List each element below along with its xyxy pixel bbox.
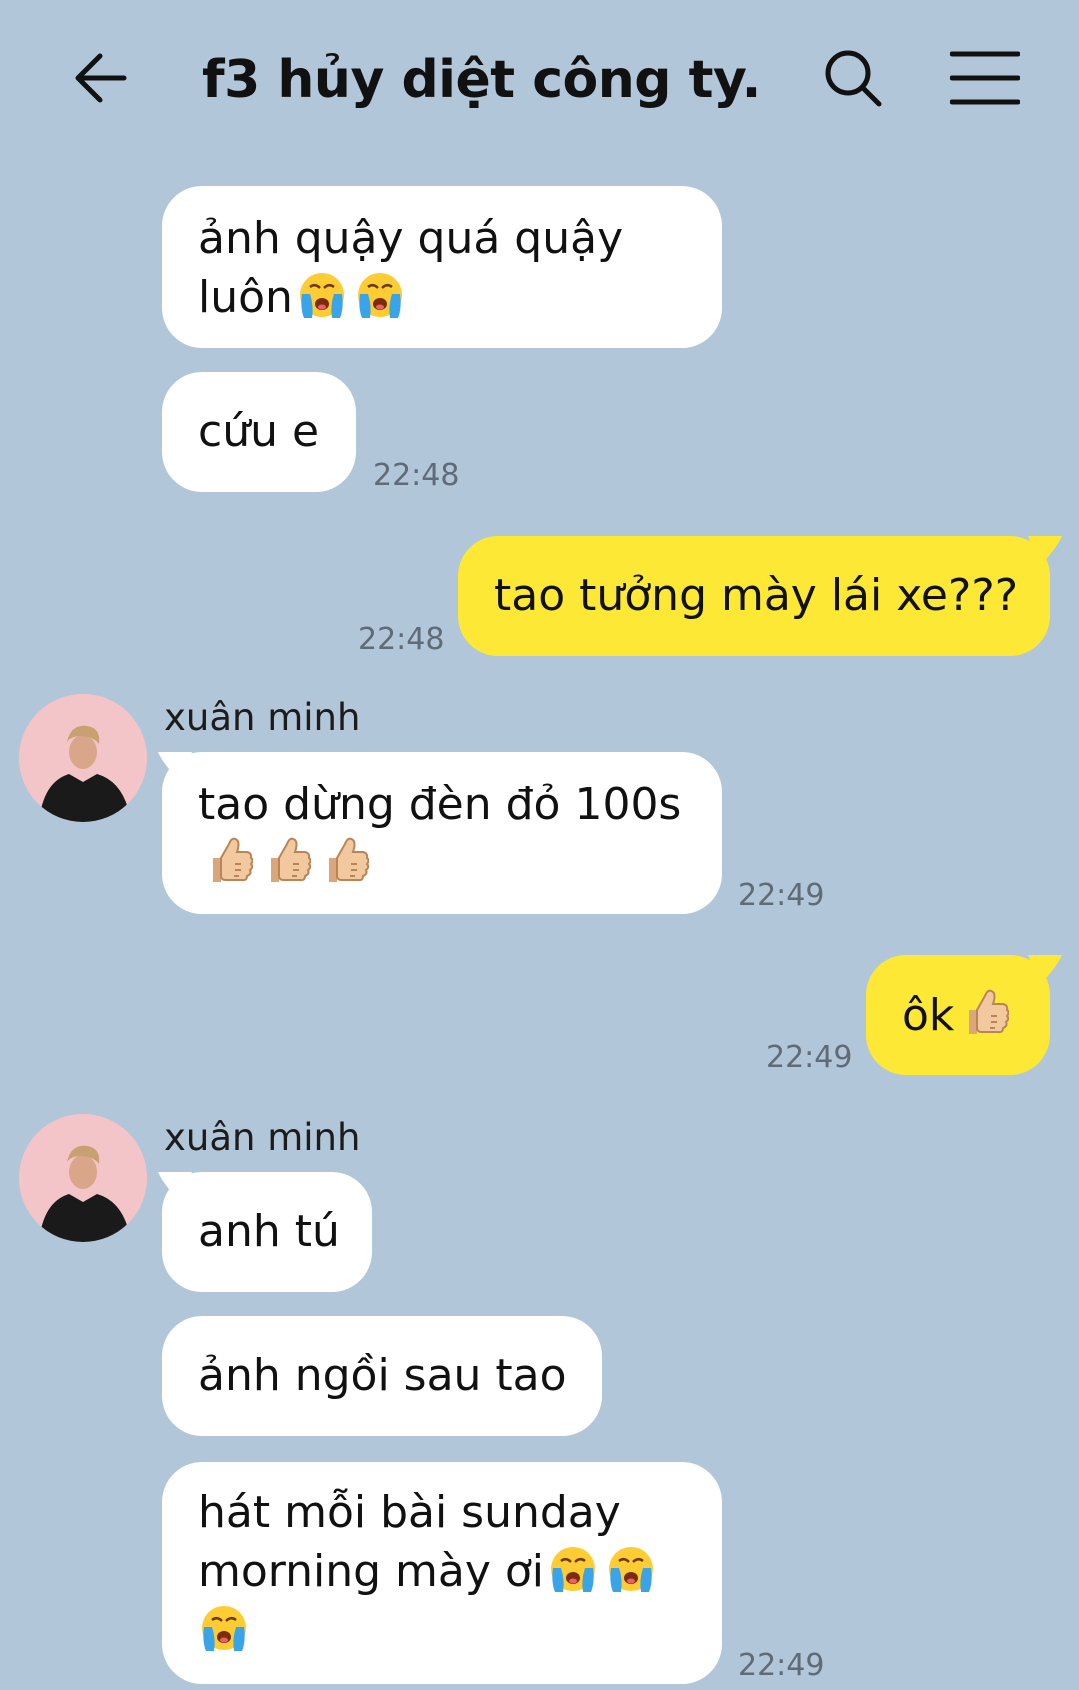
bubble-tail (1028, 536, 1062, 566)
message-emoji-line (198, 1601, 686, 1660)
back-button[interactable] (55, 40, 145, 120)
message-text: ảnh ngồi sau tao (198, 1350, 567, 1401)
thumbs-up-icon (317, 834, 369, 886)
message-time: 22:49 (766, 1040, 853, 1075)
search-button[interactable] (808, 40, 898, 120)
message-bubble[interactable]: ôk (866, 955, 1050, 1075)
message-bubble[interactable]: hát mỗi bài sunday morning mày ơi (162, 1462, 722, 1684)
sender-name: xuân minh (164, 1116, 361, 1159)
crying-face-icon (605, 1542, 657, 1594)
menu-icon (949, 50, 1021, 110)
message-time: 22:49 (738, 878, 825, 913)
arrow-left-icon (70, 48, 130, 112)
thumbs-up-icon (957, 986, 1009, 1038)
message-text: tao dừng đèn đỏ 100s (198, 779, 682, 830)
message-text: hát mỗi bài sunday (198, 1487, 621, 1538)
message-time: 22:49 (738, 1648, 825, 1683)
avatar[interactable] (19, 694, 147, 822)
message-bubble[interactable]: tao dừng đèn đỏ 100s (162, 752, 722, 914)
message-text: tao tưởng mày lái xe??? (494, 570, 1019, 621)
avatar[interactable] (19, 1114, 147, 1242)
bubble-tail (1028, 955, 1062, 985)
message-bubble[interactable]: tao tưởng mày lái xe??? (458, 536, 1050, 656)
search-icon (821, 46, 885, 114)
message-time: 22:48 (373, 458, 460, 493)
message-text-line: luôn (198, 268, 686, 327)
message-bubble[interactable]: ảnh quậy quá quậy luôn (162, 186, 722, 348)
crying-face-icon (296, 268, 348, 320)
message-bubble[interactable]: ảnh ngồi sau tao (162, 1316, 602, 1436)
menu-button[interactable] (940, 40, 1030, 120)
message-bubble[interactable]: anh tú (162, 1172, 372, 1292)
crying-face-icon (547, 1542, 599, 1594)
message-time: 22:48 (358, 622, 445, 657)
message-emoji-line (198, 834, 686, 893)
message-text: cứu e (198, 406, 320, 457)
thumbs-up-icon (259, 834, 311, 886)
chat-header: f3 hủy diệt công ty... (0, 0, 1079, 160)
crying-face-icon (354, 268, 406, 320)
message-text-line: ôk (902, 986, 1014, 1045)
message-bubble[interactable]: cứu e (162, 372, 356, 492)
crying-face-icon (198, 1601, 250, 1653)
message-text: anh tú (198, 1206, 340, 1257)
chat-title[interactable]: f3 hủy diệt công ty... (202, 44, 762, 116)
message-text: ảnh quậy quá quậy (198, 213, 624, 264)
thumbs-up-icon (201, 834, 253, 886)
sender-name: xuân minh (164, 696, 361, 739)
message-text-line: morning mày ơi (198, 1542, 686, 1601)
